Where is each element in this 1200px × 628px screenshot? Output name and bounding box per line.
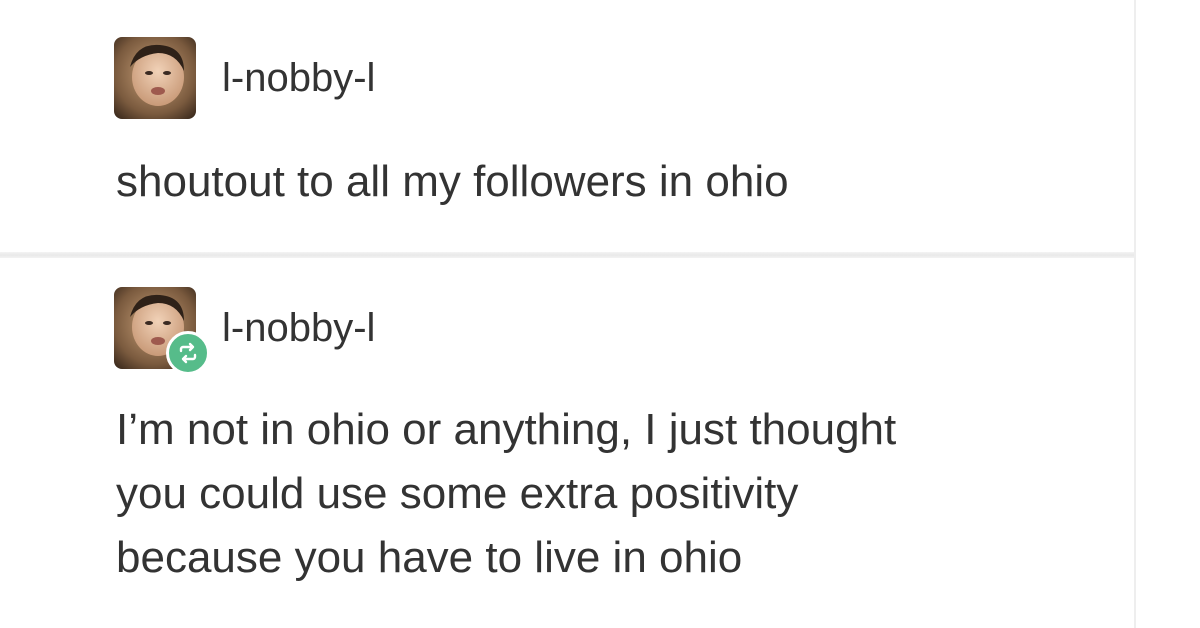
reblog-icon <box>179 342 197 364</box>
post-reblog: l-nobby-l I’m not in ohio or anything, I… <box>0 258 1134 628</box>
post-thread: l-nobby-l shoutout to all my followers i… <box>0 0 1200 628</box>
post-text: I’m not in ohio or anything, I just thou… <box>116 398 1116 590</box>
post-text: shoutout to all my followers in ohio <box>116 150 1116 214</box>
post-text-line: shoutout to all my followers in ohio <box>116 157 789 206</box>
avatar[interactable] <box>114 287 210 375</box>
avatar-face-icon <box>114 37 196 119</box>
avatar[interactable] <box>114 37 196 119</box>
post-original: l-nobby-l shoutout to all my followers i… <box>0 0 1134 252</box>
page-edge <box>1134 0 1136 628</box>
post-header: l-nobby-l <box>114 36 375 120</box>
post-username[interactable]: l-nobby-l <box>222 56 375 101</box>
post-header: l-nobby-l <box>114 286 375 375</box>
reblog-badge <box>166 331 210 375</box>
post-username[interactable]: l-nobby-l <box>222 306 375 351</box>
post-text-line: I’m not in ohio or anything, I just thou… <box>116 405 897 454</box>
post-text-line: you could use some extra positivity <box>116 469 799 518</box>
post-text-line: because you have to live in ohio <box>116 533 743 582</box>
